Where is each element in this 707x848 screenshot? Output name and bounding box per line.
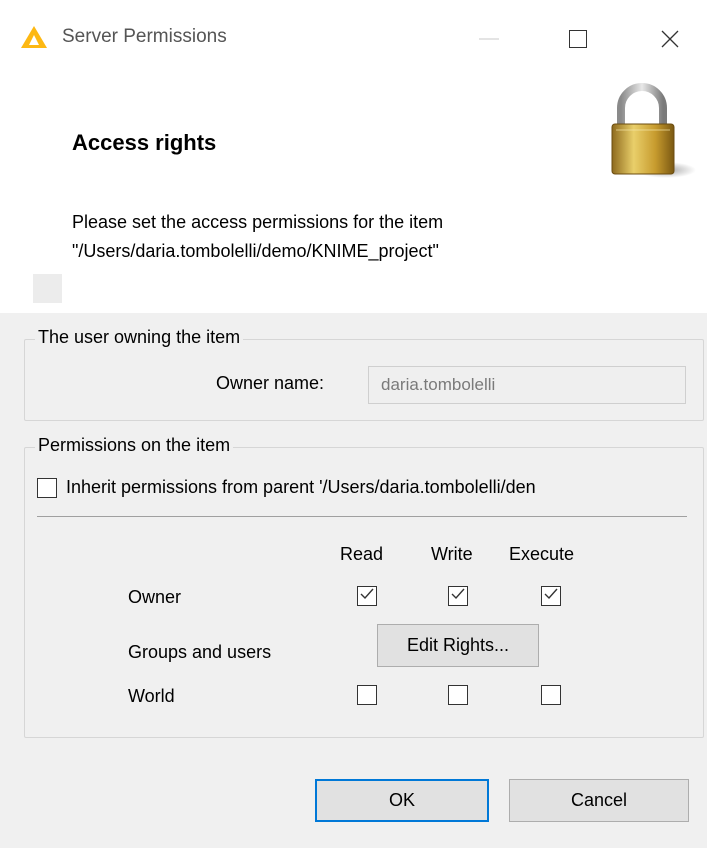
column-header-write: Write	[431, 544, 473, 564]
minimize-button[interactable]	[464, 18, 514, 60]
close-icon	[661, 30, 679, 48]
status-indicator	[33, 274, 62, 303]
permissions-group-legend: Permissions on the item	[35, 435, 234, 456]
owner-execute-checkbox[interactable]	[541, 586, 561, 606]
instruction-text: Please set the access permissions for th…	[72, 208, 443, 266]
padlock-icon	[604, 82, 696, 182]
maximize-icon	[569, 30, 587, 48]
knime-triangle-icon	[19, 24, 49, 50]
dialog-header	[0, 78, 707, 313]
ok-button[interactable]: OK	[315, 779, 489, 822]
checkmark-icon	[359, 587, 375, 606]
owner-write-checkbox[interactable]	[448, 586, 468, 606]
world-write-checkbox[interactable]	[448, 685, 468, 705]
page-title: Access rights	[72, 130, 217, 155]
owner-read-checkbox[interactable]	[357, 586, 377, 606]
world-execute-checkbox[interactable]	[541, 685, 561, 705]
cancel-button[interactable]: Cancel	[509, 779, 689, 822]
checkmark-icon	[450, 587, 466, 606]
instruction-line-2: "/Users/daria.tombolelli/demo/KNIME_proj…	[72, 241, 439, 261]
permissions-divider	[37, 516, 687, 517]
edit-rights-button[interactable]: Edit Rights...	[377, 624, 539, 667]
maximize-button[interactable]	[553, 18, 603, 60]
row-label-world: World	[128, 686, 175, 706]
row-label-owner: Owner	[128, 587, 182, 607]
window-title: Server Permissions	[62, 26, 227, 47]
column-header-read: Read	[340, 544, 384, 564]
owner-name-field[interactable]: daria.tombolelli	[368, 366, 686, 404]
close-button[interactable]	[645, 18, 695, 60]
column-header-execute: Execute	[509, 544, 575, 564]
owner-group-legend: The user owning the item	[35, 327, 244, 348]
row-label-groups: Groups and users	[128, 642, 272, 662]
owner-name-label: Owner name:	[216, 373, 325, 393]
instruction-line-1: Please set the access permissions for th…	[72, 212, 444, 232]
world-read-checkbox[interactable]	[357, 685, 377, 705]
checkmark-icon	[543, 587, 559, 606]
inherit-label: Inherit permissions from parent '/Users/…	[66, 477, 536, 497]
minimize-icon	[479, 38, 499, 40]
inherit-checkbox[interactable]	[37, 478, 57, 498]
